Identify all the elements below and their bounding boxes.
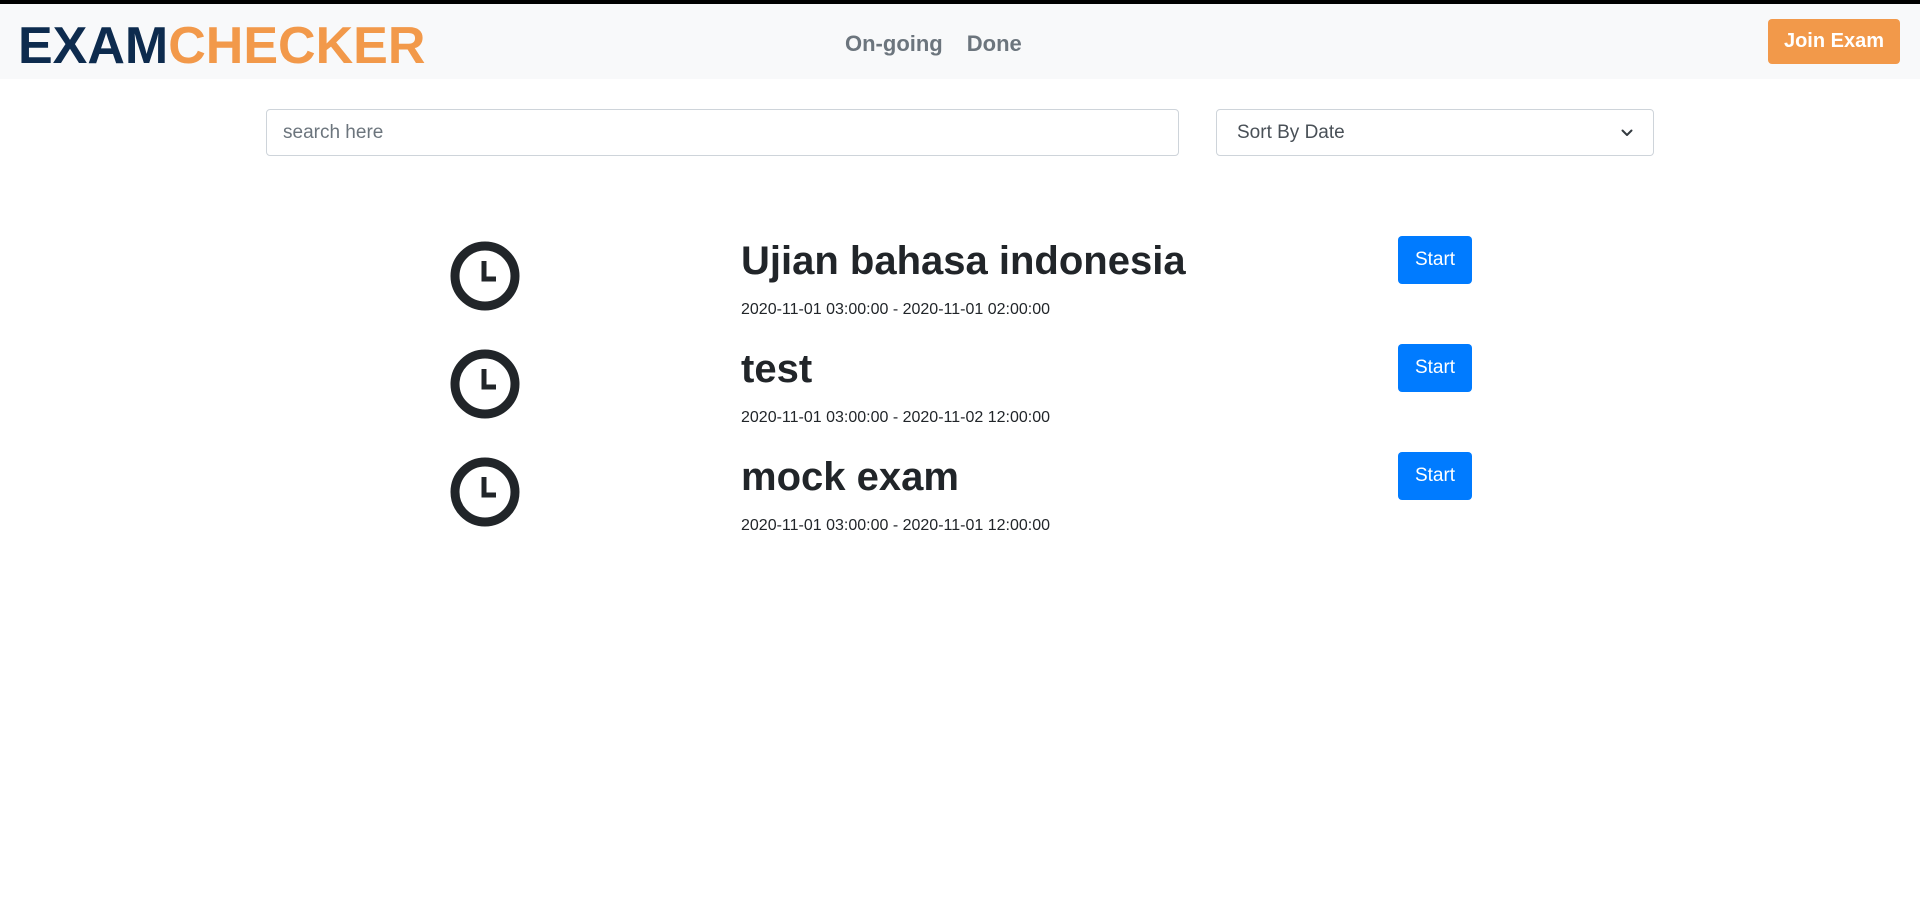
exam-time: 2020-11-01 03:00:00 - 2020-11-02 12:00:0… bbox=[741, 409, 1050, 426]
exam-title: mock exam bbox=[741, 455, 959, 499]
sort-select-value: Sort By Date bbox=[1237, 121, 1345, 143]
exam-list: Ujian bahasa indonesia 2020-11-01 03:00:… bbox=[0, 230, 1920, 554]
join-exam-button[interactable]: Join Exam bbox=[1768, 19, 1900, 64]
clock-icon bbox=[450, 349, 520, 419]
search-input[interactable] bbox=[266, 109, 1179, 156]
start-button[interactable]: Start bbox=[1398, 452, 1472, 500]
brand-part-checker: CHECKER bbox=[168, 17, 426, 75]
exam-title: test bbox=[741, 347, 813, 391]
nav-link-done[interactable]: Done bbox=[967, 30, 1022, 58]
start-button[interactable]: Start bbox=[1398, 236, 1472, 284]
clock-icon bbox=[450, 241, 520, 311]
sort-select[interactable]: Sort By Date bbox=[1216, 109, 1654, 156]
controls-bar: Sort By Date bbox=[266, 109, 1654, 156]
nav-links: On-going Done bbox=[845, 30, 1022, 58]
exam-title: Ujian bahasa indonesia bbox=[741, 239, 1186, 283]
brand-part-exam: EXAM bbox=[18, 17, 169, 75]
chevron-down-icon bbox=[1621, 129, 1633, 136]
nav-link-ongoing[interactable]: On-going bbox=[845, 30, 943, 58]
start-button[interactable]: Start bbox=[1398, 344, 1472, 392]
navbar: EXAMCHECKER On-going Done Join Exam bbox=[0, 4, 1920, 79]
clock-icon bbox=[450, 457, 520, 527]
exam-time: 2020-11-01 03:00:00 - 2020-11-01 02:00:0… bbox=[741, 301, 1050, 318]
exam-time: 2020-11-01 03:00:00 - 2020-11-01 12:00:0… bbox=[741, 517, 1050, 534]
exam-item: Ujian bahasa indonesia 2020-11-01 03:00:… bbox=[0, 230, 1920, 338]
exam-item: mock exam 2020-11-01 03:00:00 - 2020-11-… bbox=[0, 446, 1920, 554]
brand-logo[interactable]: EXAMCHECKER bbox=[18, 16, 425, 76]
exam-item: test 2020-11-01 03:00:00 - 2020-11-02 12… bbox=[0, 338, 1920, 446]
